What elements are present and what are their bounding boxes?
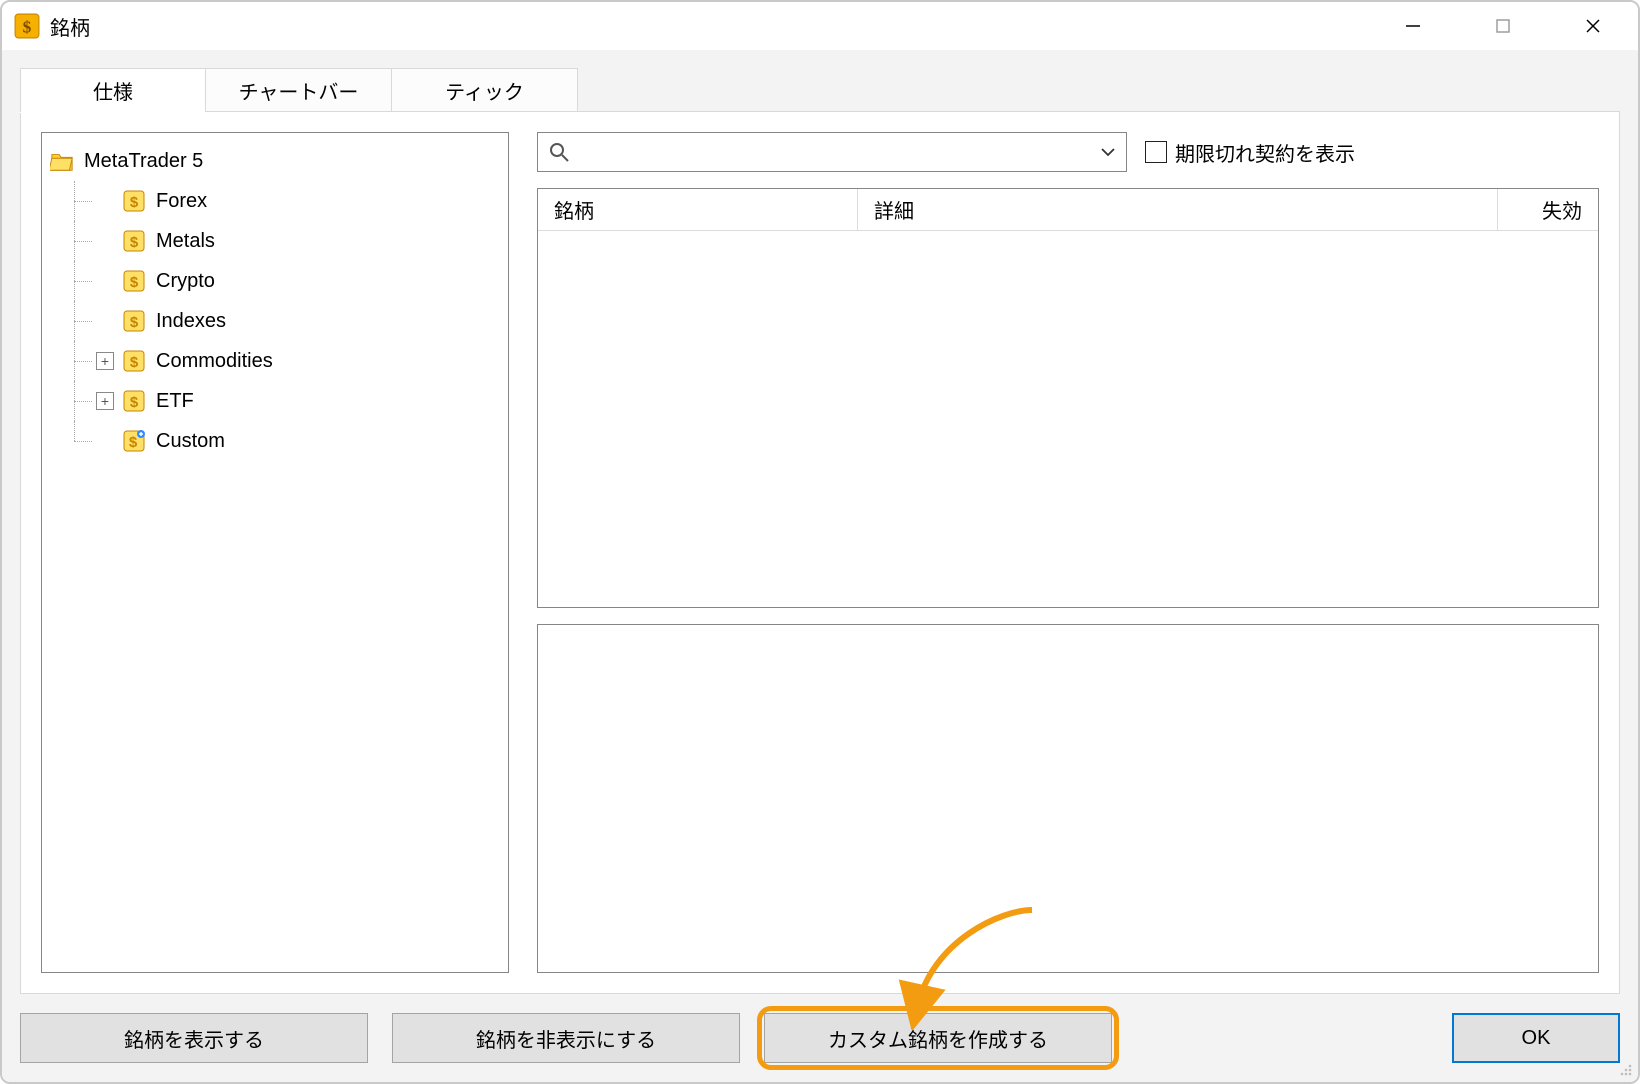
checkbox-label: 期限切れ契約を表示 <box>1175 138 1355 167</box>
symbol-icon <box>122 269 146 293</box>
tree-item-label: Custom <box>156 430 225 453</box>
search-input[interactable] <box>570 140 1096 165</box>
search-row: 期限切れ契約を表示 <box>537 132 1599 172</box>
tab-label: 仕様 <box>93 76 133 105</box>
close-button[interactable] <box>1548 2 1638 50</box>
search-combobox[interactable] <box>537 132 1127 172</box>
column-header-disabled[interactable]: 失効 <box>1498 189 1598 230</box>
resize-grip-icon[interactable] <box>1616 1060 1634 1078</box>
symbol-detail-panel <box>537 624 1599 973</box>
symbol-icon <box>122 349 146 373</box>
expander-placeholder <box>96 312 114 330</box>
tab-panel-spec: MetaTrader 5 Forex Metals <box>20 111 1620 994</box>
tab-strip: 仕様 チャートバー ティック <box>20 62 1620 112</box>
expander-placeholder <box>96 432 114 450</box>
table-header: 銘柄 詳細 失効 <box>538 189 1598 231</box>
custom-symbol-icon <box>122 429 146 453</box>
minimize-button[interactable] <box>1368 2 1458 50</box>
tree-root-label: MetaTrader 5 <box>84 150 203 173</box>
maximize-button[interactable] <box>1458 2 1548 50</box>
ok-button[interactable]: OK <box>1452 1013 1620 1063</box>
symbol-icon <box>122 389 146 413</box>
column-header-detail[interactable]: 詳細 <box>858 189 1498 230</box>
tree-item-forex[interactable]: Forex <box>50 181 500 221</box>
tab-chartbar[interactable]: チャートバー <box>206 68 392 112</box>
tab-spec[interactable]: 仕様 <box>20 68 206 112</box>
tree-item-label: Indexes <box>156 310 226 333</box>
tree-item-label: Commodities <box>156 350 273 373</box>
tree-item-commodities[interactable]: + Commodities <box>50 341 500 381</box>
show-symbol-button[interactable]: 銘柄を表示する <box>20 1013 368 1063</box>
expand-icon[interactable]: + <box>96 392 114 410</box>
expander-placeholder <box>96 272 114 290</box>
window-title: 銘柄 <box>50 12 90 41</box>
checkbox-icon[interactable] <box>1145 141 1167 163</box>
title-bar: 銘柄 <box>2 2 1638 50</box>
chevron-down-icon[interactable] <box>1096 144 1120 160</box>
tree-item-metals[interactable]: Metals <box>50 221 500 261</box>
right-column: 期限切れ契約を表示 銘柄 詳細 失効 <box>537 132 1599 973</box>
show-expired-checkbox[interactable]: 期限切れ契約を表示 <box>1145 138 1355 167</box>
button-label: 銘柄を非表示にする <box>476 1024 656 1053</box>
folder-open-icon <box>50 149 74 173</box>
tab-label: チャートバー <box>239 76 359 105</box>
symbol-icon <box>122 229 146 253</box>
hide-symbol-button[interactable]: 銘柄を非表示にする <box>392 1013 740 1063</box>
app-icon <box>14 13 40 39</box>
expand-icon[interactable]: + <box>96 352 114 370</box>
symbol-icon <box>122 309 146 333</box>
client-area: 仕様 チャートバー ティック MetaTrader 5 <box>2 50 1638 994</box>
create-custom-symbol-button[interactable]: カスタム銘柄を作成する <box>764 1013 1112 1063</box>
button-bar: 銘柄を表示する 銘柄を非表示にする カスタム銘柄を作成する OK <box>2 994 1638 1082</box>
tree-root[interactable]: MetaTrader 5 <box>50 141 500 181</box>
button-label: カスタム銘柄を作成する <box>828 1024 1048 1053</box>
tab-label: ティック <box>445 76 524 105</box>
tree-item-etf[interactable]: + ETF <box>50 381 500 421</box>
tree-item-label: Metals <box>156 230 215 253</box>
tree-item-label: Crypto <box>156 270 215 293</box>
tab-tick[interactable]: ティック <box>392 68 578 112</box>
tree-item-custom[interactable]: Custom <box>50 421 500 461</box>
button-label: 銘柄を表示する <box>124 1024 264 1053</box>
symbol-icon <box>122 189 146 213</box>
symbol-table[interactable]: 銘柄 詳細 失効 <box>537 188 1599 608</box>
symbol-tree[interactable]: MetaTrader 5 Forex Metals <box>41 132 509 973</box>
symbols-dialog: $ $ $ 銘柄 <box>0 0 1640 1084</box>
expander-placeholder <box>96 192 114 210</box>
tree-item-indexes[interactable]: Indexes <box>50 301 500 341</box>
tree-item-label: ETF <box>156 390 194 413</box>
tree-item-label: Forex <box>156 190 207 213</box>
expander-placeholder <box>96 232 114 250</box>
search-icon <box>548 141 570 163</box>
tree-item-crypto[interactable]: Crypto <box>50 261 500 301</box>
column-header-symbol[interactable]: 銘柄 <box>538 189 858 230</box>
button-label: OK <box>1522 1027 1551 1050</box>
